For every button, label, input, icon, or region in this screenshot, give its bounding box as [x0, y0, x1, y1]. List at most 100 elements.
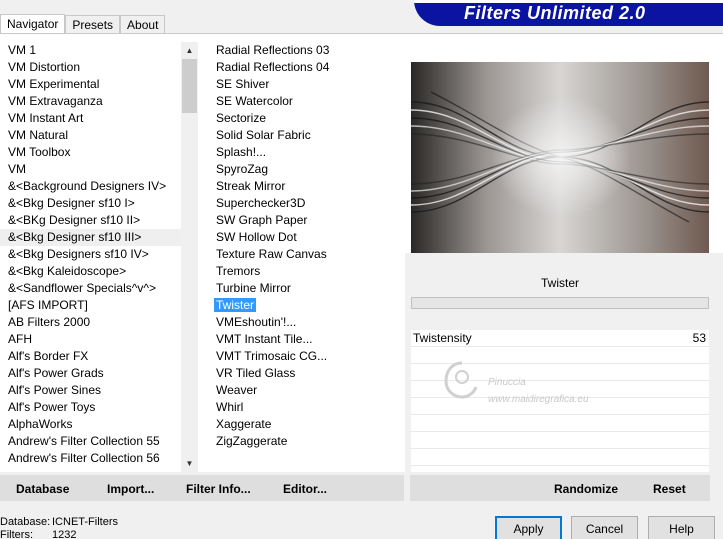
filter-item[interactable]: Superchecker3D: [203, 195, 403, 212]
filter-item[interactable]: Sectorize: [203, 110, 403, 127]
category-item[interactable]: &<Bkg Designer sf10 III>: [0, 229, 181, 246]
filter-item-label: Tremors: [216, 264, 261, 278]
tab-about[interactable]: About: [120, 15, 166, 34]
category-item[interactable]: &<Bkg Kaleidoscope>: [0, 263, 181, 280]
filter-item[interactable]: ZigZaggerate: [203, 433, 403, 450]
category-item[interactable]: VM Distortion: [0, 59, 181, 76]
category-item[interactable]: &<BKg Designer sf10 II>: [0, 212, 181, 229]
filter-item-label: Xaggerate: [216, 417, 272, 431]
category-item[interactable]: VM Natural: [0, 127, 181, 144]
category-item-label: AFH: [8, 332, 32, 346]
scroll-thumb[interactable]: [182, 59, 197, 113]
filter-item-label: Solid Solar Fabric: [216, 128, 311, 142]
filter-item[interactable]: Radial Reflections 04: [203, 59, 403, 76]
filter-item-label: Splash!...: [216, 145, 267, 159]
filter-item[interactable]: VMT Trimosaic CG...: [203, 348, 403, 365]
category-item[interactable]: AFH: [0, 331, 181, 348]
filter-item[interactable]: VMT Instant Tile...: [203, 331, 403, 348]
filter-item[interactable]: Tremors: [203, 263, 403, 280]
filter-item[interactable]: Xaggerate: [203, 416, 403, 433]
filter-item-label: Turbine Mirror: [216, 281, 291, 295]
filter-item[interactable]: Turbine Mirror: [203, 280, 403, 297]
category-item[interactable]: Andrew's Filter Collection 56: [0, 450, 181, 467]
editor-button[interactable]: Editor...: [283, 482, 327, 496]
filter-item[interactable]: SE Watercolor: [203, 93, 403, 110]
filter-name-bar: [411, 297, 709, 309]
category-list[interactable]: VM 1 VM Distortion VM Experimental VM Extra…: [0, 42, 181, 472]
filter-item[interactable]: Texture Raw Canvas: [203, 246, 403, 263]
watermark: Pinuccia www.maidiregrafica.eu: [440, 355, 670, 415]
filter-item-label: SW Hollow Dot: [216, 230, 297, 244]
category-item[interactable]: Alf's Power Grads: [0, 365, 181, 382]
category-item[interactable]: AlphaWorks: [0, 416, 181, 433]
category-item[interactable]: VM Instant Art: [0, 110, 181, 127]
category-item[interactable]: VM Extravaganza: [0, 93, 181, 110]
database-status-label: Database:: [0, 516, 51, 528]
filter-item[interactable]: SpyroZag: [203, 161, 403, 178]
randomize-button[interactable]: Randomize: [554, 482, 618, 496]
filter-item[interactable]: VR Tiled Glass: [203, 365, 403, 382]
category-item[interactable]: &<Background Designers IV>: [0, 178, 181, 195]
category-item[interactable]: Alf's Border FX: [0, 348, 181, 365]
filter-list[interactable]: Radial Reflections 03 Radial Reflections …: [203, 42, 403, 472]
empty-param-row: [411, 432, 709, 449]
tab-presets[interactable]: Presets: [65, 15, 121, 34]
filter-item[interactable]: Splash!...: [203, 144, 403, 161]
filter-item[interactable]: Radial Reflections 03: [203, 42, 403, 59]
tab-strip: Navigator Presets About: [0, 14, 166, 34]
filter-item[interactable]: Twister: [203, 297, 403, 314]
filter-item-label: VMT Trimosaic CG...: [216, 349, 328, 363]
filter-item[interactable]: SW Hollow Dot: [203, 229, 403, 246]
category-scrollbar[interactable]: ▲ ▼: [181, 42, 198, 472]
category-item[interactable]: &<Sandflower Specials^v^>: [0, 280, 181, 297]
cancel-button[interactable]: Cancel: [571, 516, 638, 539]
scroll-up-arrow-icon[interactable]: ▲: [181, 42, 198, 59]
category-item-label: Andrew's Filter Collection 55: [8, 434, 160, 448]
category-item[interactable]: VM Toolbox: [0, 144, 181, 161]
category-item[interactable]: VM Experimental: [0, 76, 181, 93]
category-item-label: &<Bkg Designers sf10 IV>: [8, 247, 149, 261]
database-button[interactable]: Database: [16, 482, 69, 496]
filter-info-button[interactable]: Filter Info...: [186, 482, 251, 496]
category-item-label: [AFS IMPORT]: [8, 298, 88, 312]
filter-item[interactable]: SE Shiver: [203, 76, 403, 93]
scroll-down-arrow-icon[interactable]: ▼: [181, 455, 198, 472]
category-item[interactable]: Alf's Power Toys: [0, 399, 181, 416]
param-row[interactable]: Twistensity 53: [411, 330, 709, 347]
filter-item-label: SE Watercolor: [216, 94, 293, 108]
database-status-value: ICNET-Filters: [52, 516, 118, 528]
filter-item[interactable]: Streak Mirror: [203, 178, 403, 195]
filter-name-label: Twister: [540, 276, 579, 290]
filter-item[interactable]: Whirl: [203, 399, 403, 416]
category-item-label: Andrew's Filter Collection 56: [8, 451, 160, 465]
filter-item-label: ZigZaggerate: [216, 434, 288, 448]
watermark-logo-icon: [444, 361, 478, 399]
category-item[interactable]: &<Bkg Designers sf10 IV>: [0, 246, 181, 263]
left-button-bar: Database Import... Filter Info... Editor…: [0, 475, 404, 501]
help-button[interactable]: Help: [648, 516, 715, 539]
filters-count-label: Filters:: [0, 529, 33, 539]
filter-item[interactable]: Weaver: [203, 382, 403, 399]
reset-button[interactable]: Reset: [653, 482, 686, 496]
import-button[interactable]: Import...: [107, 482, 154, 496]
param-value[interactable]: 53: [693, 331, 706, 345]
filter-item[interactable]: VMEshoutin'!...: [203, 314, 403, 331]
category-item[interactable]: [AFS IMPORT]: [0, 297, 181, 314]
filter-item[interactable]: Solid Solar Fabric: [203, 127, 403, 144]
tab-navigator[interactable]: Navigator: [0, 14, 66, 34]
filter-item-label: VMEshoutin'!...: [216, 315, 297, 329]
apply-button[interactable]: Apply: [495, 516, 562, 539]
category-item[interactable]: AB Filters 2000: [0, 314, 181, 331]
category-item[interactable]: VM 1: [0, 42, 181, 59]
category-item-label: AlphaWorks: [8, 417, 73, 431]
category-item-label: VM Toolbox: [8, 145, 71, 159]
category-item[interactable]: &<Bkg Designer sf10 I>: [0, 195, 181, 212]
category-item[interactable]: VM: [0, 161, 181, 178]
category-item-label: Alf's Power Toys: [8, 400, 96, 414]
category-item[interactable]: Andrew's Filter Collection 55: [0, 433, 181, 450]
watermark-url: www.maidiregrafica.eu: [488, 394, 589, 405]
filter-item[interactable]: SW Graph Paper: [203, 212, 403, 229]
filter-item-label: SE Shiver: [216, 77, 270, 91]
category-item[interactable]: Alf's Power Sines: [0, 382, 181, 399]
category-item-label: VM: [8, 162, 26, 176]
